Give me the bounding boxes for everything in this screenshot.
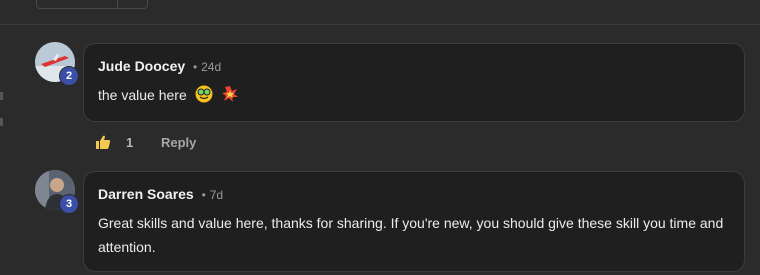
comment-author[interactable]: Darren Soares xyxy=(98,186,194,202)
reply-count-badge: 3 xyxy=(59,194,79,214)
comment-bubble: Darren Soares • 7d Great skills and valu… xyxy=(83,171,745,272)
meta-separator: • xyxy=(193,60,198,74)
avatar[interactable]: 3 xyxy=(35,170,79,214)
top-button-group[interactable] xyxy=(36,0,148,9)
collision-emoji xyxy=(221,85,239,110)
like-count: 1 xyxy=(126,135,134,150)
comment-text: the value here xyxy=(98,87,187,103)
reply-button[interactable]: Reply xyxy=(161,135,196,150)
reply-count-badge: 2 xyxy=(59,66,79,86)
left-edge-mark xyxy=(0,118,3,126)
thumbs-up-icon[interactable] xyxy=(95,134,111,150)
left-edge-mark xyxy=(0,92,3,100)
comment-time: 24d xyxy=(201,60,222,74)
top-toolbar xyxy=(0,0,760,25)
avatar[interactable]: 2 xyxy=(35,42,79,86)
comment-bubble: Jude Doocey • 24d the value here xyxy=(83,43,745,122)
comment-author[interactable]: Jude Doocey xyxy=(98,58,185,74)
comment-time: 7d xyxy=(209,188,224,202)
nerd-face-emoji xyxy=(195,85,213,110)
meta-separator: • xyxy=(201,188,206,202)
comment-text: Great skills and value here, thanks for … xyxy=(98,215,724,255)
